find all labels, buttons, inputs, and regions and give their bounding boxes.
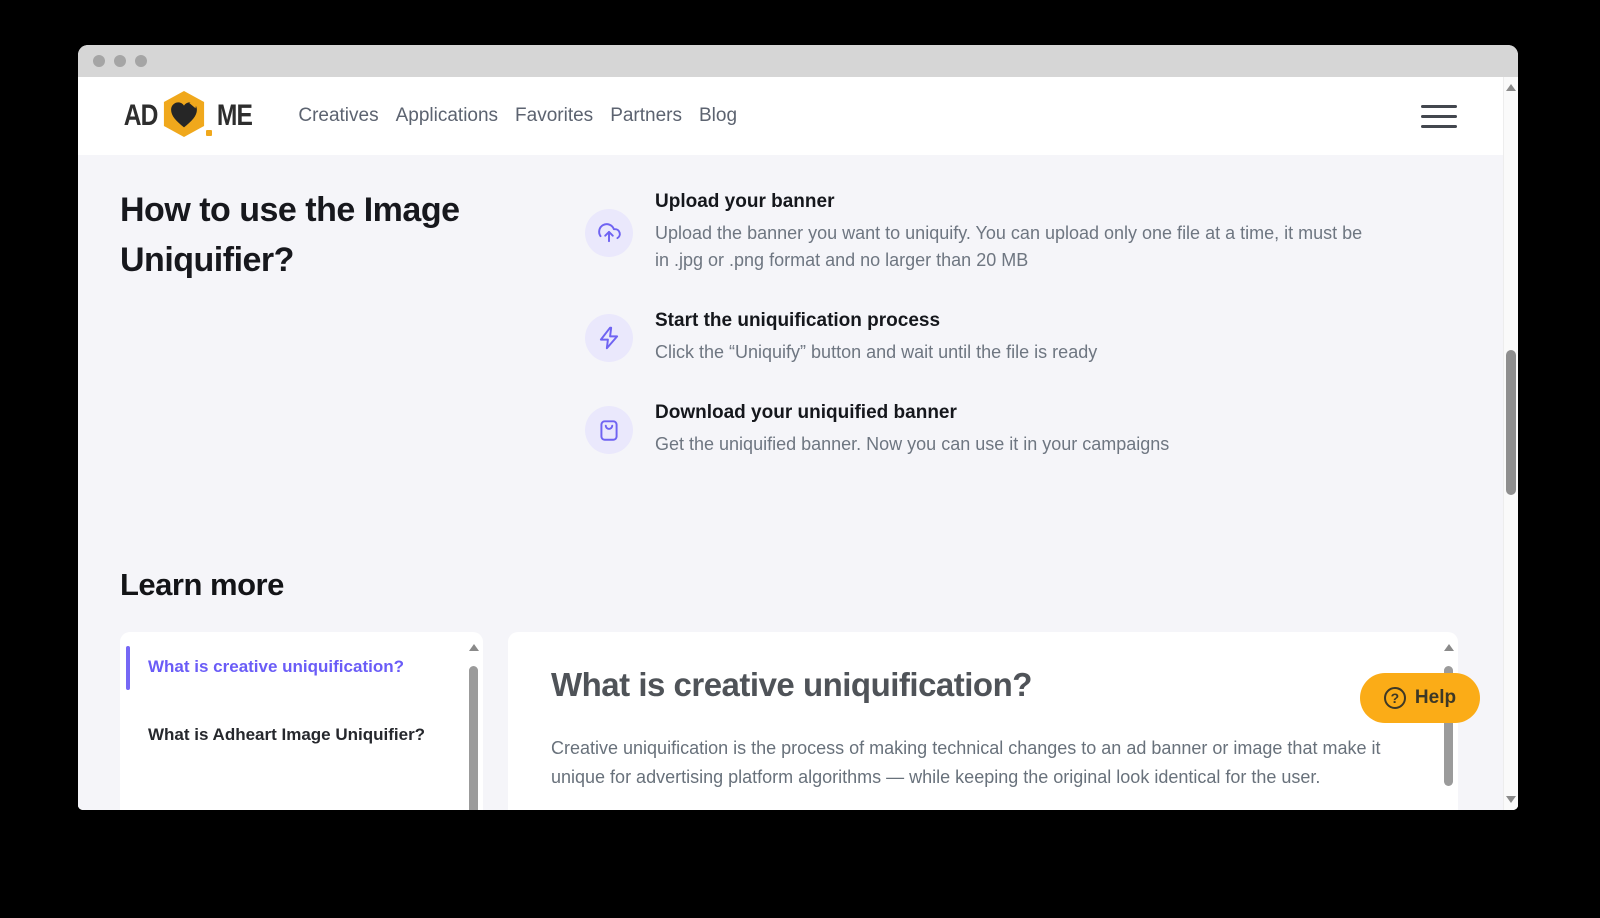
scrollbar-thumb[interactable]	[1506, 350, 1516, 495]
article-scrollbar[interactable]	[1443, 640, 1455, 810]
step-title: Upload your banner	[655, 191, 835, 212]
scrollbar-thumb[interactable]	[469, 666, 478, 810]
heart-hexagon-icon	[162, 90, 206, 143]
cloud-upload-icon	[585, 208, 633, 257]
article-title: What is creative uniquification?	[551, 666, 1032, 703]
scroll-down-arrow-icon[interactable]	[1506, 796, 1516, 803]
step-download: Download your uniquified banner Get the …	[585, 402, 1375, 458]
logo-dot	[206, 129, 213, 136]
step-title: Download your uniquified banner	[655, 402, 957, 423]
active-topic-indicator	[126, 646, 130, 690]
learn-more-heading: Learn more	[120, 567, 284, 602]
nav-item-creatives[interactable]: Creatives	[298, 105, 378, 127]
help-button-label: Help	[1414, 687, 1457, 708]
step-text: Start the uniquification process Click t…	[655, 310, 1097, 366]
topic-item-creative-uniquification[interactable]: What is creative uniquification?	[148, 657, 448, 677]
page-scrollbar[interactable]	[1503, 77, 1518, 810]
nav-item-applications[interactable]: Applications	[396, 105, 498, 127]
scroll-up-arrow-icon[interactable]	[1506, 84, 1516, 91]
step-title: Start the uniquification process	[655, 310, 941, 331]
browser-viewport: AD ME Creatives Applications Favorites P…	[78, 77, 1518, 810]
nav-item-favorites[interactable]: Favorites	[515, 105, 593, 127]
question-circle-icon: ?	[1383, 687, 1406, 709]
lightning-icon	[585, 314, 633, 362]
page-title: How to use the Image Uniquifier?	[120, 191, 460, 279]
step-description: Get the uniquified banner. Now you can u…	[655, 434, 1170, 454]
logo-text-suffix: ME	[217, 99, 253, 132]
nav-item-blog[interactable]: Blog	[699, 105, 737, 127]
page-content: How to use the Image Uniquifier? Upload …	[78, 155, 1503, 810]
help-button[interactable]: ? Help	[1360, 673, 1480, 723]
step-upload: Upload your banner Upload the banner you…	[585, 191, 1375, 274]
window-control-dot[interactable]	[135, 55, 147, 67]
article-card: What is creative uniquification? Creativ…	[508, 632, 1458, 810]
step-uniquify: Start the uniquification process Click t…	[585, 310, 1375, 366]
how-to-steps: Upload your banner Upload the banner you…	[585, 191, 1375, 458]
topics-scrollbar[interactable]	[468, 640, 480, 810]
window-titlebar[interactable]	[78, 45, 1518, 77]
topics-list-card: What is creative uniquification? What is…	[120, 632, 483, 810]
bag-icon	[585, 406, 633, 454]
scroll-up-arrow-icon[interactable]	[469, 644, 479, 651]
nav-item-partners[interactable]: Partners	[610, 105, 682, 127]
step-description: Click the “Uniquify” button and wait unt…	[655, 342, 1098, 362]
window-control-dot[interactable]	[114, 55, 126, 67]
topic-item-adheart-image-uniquifier[interactable]: What is Adheart Image Uniquifier?	[148, 725, 448, 745]
main-nav: Creatives Applications Favorites Partner…	[298, 105, 737, 127]
step-text: Upload your banner Upload the banner you…	[655, 191, 1375, 274]
browser-window: AD ME Creatives Applications Favorites P…	[78, 45, 1518, 810]
webpage: AD ME Creatives Applications Favorites P…	[78, 77, 1503, 810]
hamburger-menu-icon[interactable]	[1421, 104, 1457, 128]
logo-text-prefix: AD	[123, 99, 159, 132]
article-body: Creative uniquification is the process o…	[551, 738, 1381, 787]
window-control-dot[interactable]	[93, 55, 105, 67]
site-header: AD ME Creatives Applications Favorites P…	[78, 77, 1503, 155]
step-text: Download your uniquified banner Get the …	[655, 402, 1169, 458]
adheart-logo[interactable]: AD ME	[120, 90, 256, 143]
step-description: Upload the banner you want to uniquify. …	[655, 223, 1363, 270]
scroll-up-arrow-icon[interactable]	[1444, 644, 1454, 651]
